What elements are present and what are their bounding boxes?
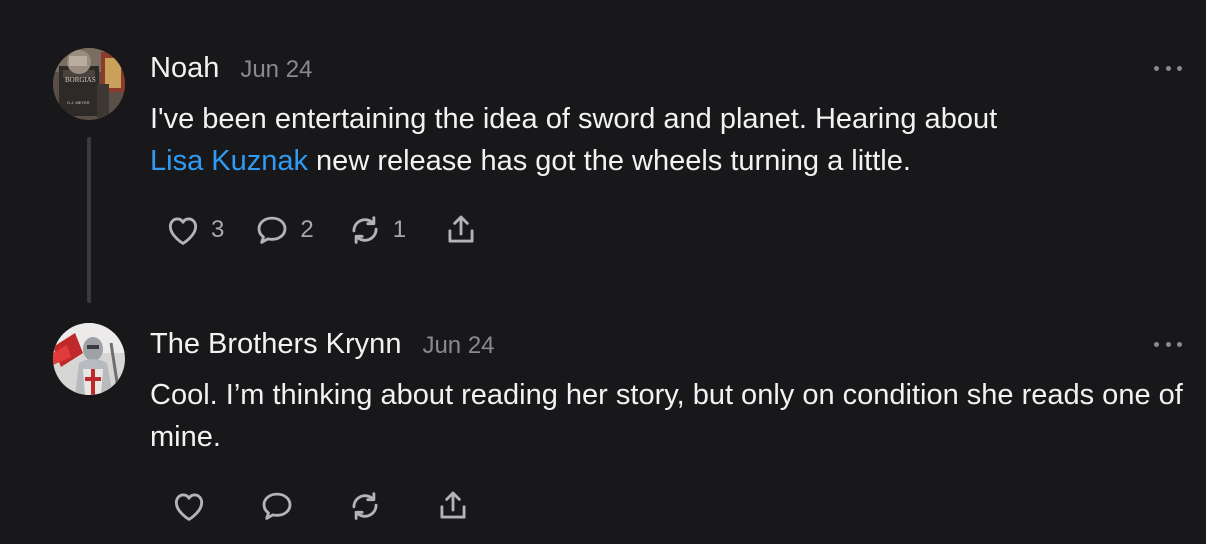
reply-button[interactable] <box>258 487 296 525</box>
more-options-button[interactable] <box>1154 338 1182 350</box>
like-count: 3 <box>211 216 225 243</box>
comment-text: I've been entertaining the idea of sword… <box>150 98 1190 182</box>
comment-header: Noah Jun 24 <box>150 52 312 85</box>
restack-count: 1 <box>392 216 407 243</box>
comment-actions: 3 2 1 <box>164 211 480 249</box>
author-name[interactable]: The Brothers Krynn <box>150 328 401 361</box>
thread-line <box>87 137 91 303</box>
comment-date[interactable]: Jun 24 <box>422 332 494 360</box>
comment-text-before: I've been entertaining the idea of sword… <box>150 103 998 135</box>
restack-arrows-icon <box>352 216 378 244</box>
speech-bubble-icon <box>257 216 287 244</box>
comment-text: Cool. I’m thinking about reading her sto… <box>150 379 1183 453</box>
heart-icon <box>168 217 198 245</box>
author-name[interactable]: Noah <box>150 52 219 85</box>
share-upload-icon <box>440 491 466 519</box>
avatar-cover-author: G.J. MEYER <box>67 100 90 105</box>
comment-text-after: new release has got the wheels turning a… <box>308 145 911 177</box>
like-button[interactable]: 3 <box>164 211 224 249</box>
restack-arrows-icon <box>352 492 378 520</box>
speech-bubble-icon <box>262 492 292 520</box>
reply-count: 2 <box>300 216 314 243</box>
avatar-cover-title: BORGIAS <box>65 76 96 84</box>
share-button[interactable] <box>442 211 480 249</box>
more-options-button[interactable] <box>1154 62 1182 74</box>
comment-actions <box>170 487 472 525</box>
comment-date[interactable]: Jun 24 <box>240 56 312 84</box>
more-horizontal-icon <box>1154 65 1159 71</box>
mention-link[interactable]: Lisa Kuznak <box>150 145 308 177</box>
more-horizontal-icon <box>1154 341 1159 347</box>
like-button[interactable] <box>170 487 208 525</box>
heart-icon <box>174 493 204 521</box>
avatar-photo <box>53 323 125 395</box>
reply-button[interactable]: 2 <box>253 211 314 249</box>
share-upload-icon <box>448 215 474 243</box>
share-button[interactable] <box>434 487 472 525</box>
avatar-brothers-krynn[interactable] <box>53 323 125 395</box>
restack-button[interactable]: 1 <box>346 211 406 249</box>
avatar-noah[interactable]: BORGIAS G.J. MEYER <box>53 48 125 120</box>
restack-button[interactable] <box>346 487 384 525</box>
avatar-photo: BORGIAS G.J. MEYER <box>53 48 125 120</box>
comment-header: The Brothers Krynn Jun 24 <box>150 328 495 361</box>
